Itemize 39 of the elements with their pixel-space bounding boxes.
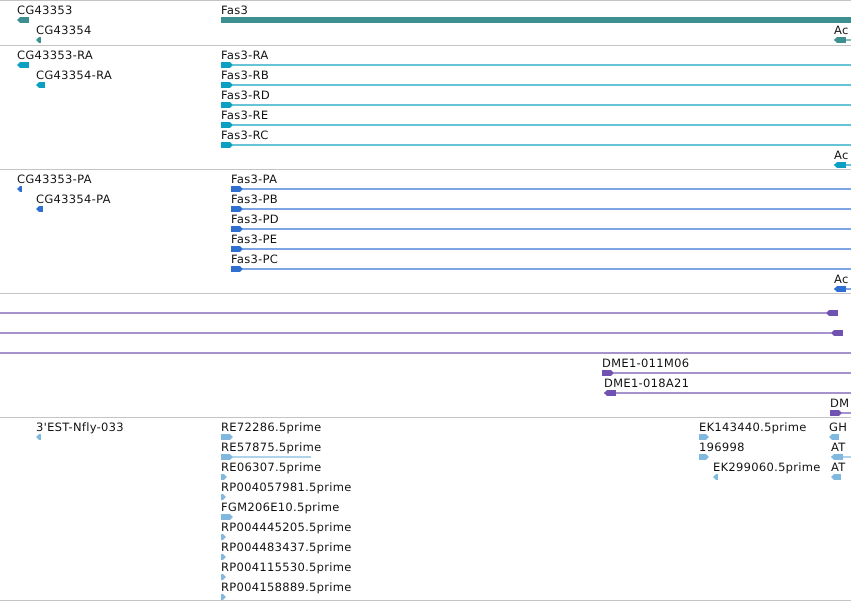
feature-label: 3'EST-Nfly-033	[36, 420, 124, 434]
feature-label: Fas3	[221, 3, 248, 17]
feature-label: Fas3-PC	[231, 252, 278, 266]
feature-label: Fas3-PE	[231, 232, 278, 246]
feature-label: Fas3-RE	[221, 108, 268, 122]
feature-label: DME1-011M06	[602, 356, 690, 370]
feature-label: RE72286.5prime	[221, 420, 322, 434]
feature-label: Ac	[834, 272, 849, 286]
feature-label: EK143440.5prime	[699, 420, 807, 434]
feature-label: 196998	[699, 440, 745, 454]
feature-label: Fas3-PD	[231, 212, 279, 226]
feature-label: AT	[831, 440, 846, 454]
feature-label: CG43353-RA	[17, 48, 94, 62]
feature-label: AT	[831, 460, 846, 474]
feature-label: DME1-018A21	[604, 376, 690, 390]
feature-label: FGM206E10.5prime	[221, 500, 340, 514]
feature-label: Fas3-RB	[221, 68, 270, 82]
feature-label: DM	[830, 396, 850, 410]
feature-label: CG43353-PA	[17, 172, 92, 186]
feature-label: RE57875.5prime	[221, 440, 322, 454]
feature-label: CG43354	[36, 23, 92, 37]
feature-label: GH	[829, 420, 848, 434]
feature-label: RP004483437.5prime	[221, 540, 352, 554]
feature-label: EK299060.5prime	[713, 460, 821, 474]
feature-label: RP004115530.5prime	[221, 560, 352, 574]
feature-label: Ac	[834, 148, 849, 162]
feature-label: Fas3-PA	[231, 172, 278, 186]
feature-label: CG43354-RA	[36, 68, 112, 82]
feature-label: Fas3-RC	[221, 128, 269, 142]
feature-label: RP004057981.5prime	[221, 480, 352, 494]
feature-label: RP004158889.5prime	[221, 580, 352, 594]
feature-label: RE06307.5prime	[221, 460, 322, 474]
feature-label: RP004445205.5prime	[221, 520, 352, 534]
feature-label: Fas3-RD	[221, 88, 270, 102]
feature-label: Ac	[834, 23, 849, 37]
feature-label: Fas3-PB	[231, 192, 278, 206]
feature-label: CG43354-PA	[36, 192, 111, 206]
feature-label: Fas3-RA	[221, 48, 269, 62]
feature-label: CG43353	[17, 3, 73, 17]
